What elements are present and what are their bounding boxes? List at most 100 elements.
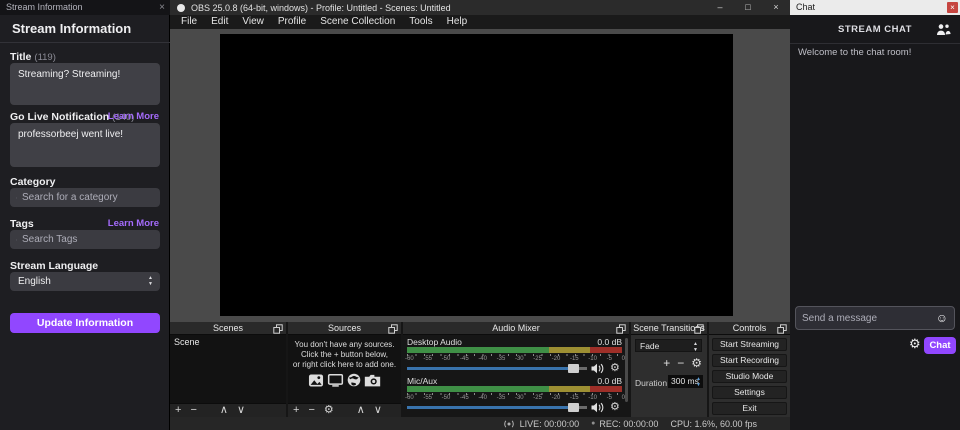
controls-dock-header[interactable]: Controls <box>709 322 790 335</box>
go-live-learn-more-link[interactable]: Learn More <box>108 111 159 122</box>
move-scene-down-icon[interactable]: ∨ <box>237 404 245 417</box>
obs-window-title: OBS 25.0.8 (64-bit, windows) - Profile: … <box>191 3 451 13</box>
add-scene-icon[interactable]: + <box>175 404 181 417</box>
chat-window-titlebar[interactable]: Chat × <box>790 0 960 15</box>
chat-message-field[interactable]: ☺ <box>795 306 955 330</box>
db-tick: -10 <box>588 395 597 401</box>
channel-gear-icon[interactable]: ⚙ <box>610 400 620 413</box>
preview-canvas[interactable] <box>220 34 733 316</box>
move-scene-up-icon[interactable]: ∧ <box>220 404 228 417</box>
db-tick: -40 <box>478 395 487 401</box>
meter-red <box>590 347 622 353</box>
stream-info-window-titlebar[interactable]: Stream Information × <box>0 0 170 15</box>
maximize-icon[interactable]: □ <box>734 0 762 15</box>
obs-titlebar[interactable]: OBS 25.0.8 (64-bit, windows) - Profile: … <box>170 0 790 15</box>
minimize-icon[interactable]: – <box>706 0 734 15</box>
cpu-fps-status: CPU: 1.6%, 60.00 fps <box>670 419 757 429</box>
menu-profile[interactable]: Profile <box>271 15 313 29</box>
duration-spinner-icon[interactable]: ▲ ▼ <box>696 376 701 388</box>
db-tick: -35 <box>497 395 506 401</box>
db-tick: -25 <box>533 395 542 401</box>
menu-file[interactable]: File <box>174 15 204 29</box>
controls-dock: Controls Start Streaming Start Recording… <box>709 322 790 417</box>
chat-message-input[interactable] <box>802 313 936 324</box>
category-search-input[interactable] <box>22 192 154 203</box>
menu-view[interactable]: View <box>235 15 271 29</box>
transition-properties-gear-icon[interactable]: ⚙ <box>691 356 702 370</box>
select-spinner-icon: ▲ ▼ <box>148 275 153 287</box>
db-tick: -50 <box>442 356 451 362</box>
mixer-channel-desktop-audio: Desktop Audio 0.0 dB -60-55-50-45-40-35-… <box>403 336 629 374</box>
speaker-icon[interactable] <box>591 402 604 413</box>
tags-search-input[interactable] <box>22 234 154 245</box>
spinner-down-icon[interactable]: ▼ <box>696 382 701 388</box>
preview-area <box>170 29 790 322</box>
db-tick: -20 <box>552 356 561 362</box>
sources-dock-header[interactable]: Sources <box>288 322 401 335</box>
volume-slider-tail <box>579 406 587 409</box>
remove-source-icon[interactable]: − <box>308 404 314 417</box>
volume-slider-handle[interactable] <box>568 403 579 412</box>
popout-icon[interactable] <box>273 324 283 334</box>
db-tick: -55 <box>423 395 432 401</box>
popout-icon[interactable] <box>777 324 787 334</box>
volume-slider-row: ⚙ <box>407 363 625 374</box>
remove-scene-icon[interactable]: − <box>190 404 196 417</box>
title-input[interactable]: Streaming? Streaming! <box>10 63 160 105</box>
channel-gear-icon[interactable]: ⚙ <box>610 361 620 374</box>
meter-green <box>407 386 549 392</box>
exit-button[interactable]: Exit <box>712 402 787 415</box>
go-live-notification-input[interactable]: professorbeej went live! <box>10 123 160 167</box>
scenes-dock-header[interactable]: Scenes <box>170 322 286 335</box>
menu-help[interactable]: Help <box>440 15 475 29</box>
move-source-up-icon[interactable]: ∧ <box>357 404 365 417</box>
source-properties-gear-icon[interactable]: ⚙ <box>324 404 334 417</box>
meter-yellow <box>549 386 590 392</box>
move-source-down-icon[interactable]: ∨ <box>374 404 382 417</box>
volume-slider-handle[interactable] <box>568 364 579 373</box>
db-tick: -20 <box>552 395 561 401</box>
close-icon[interactable]: × <box>762 0 790 15</box>
tags-learn-more-link[interactable]: Learn More <box>108 218 159 229</box>
channel-name: Desktop Audio <box>407 337 462 347</box>
emote-smiley-icon[interactable]: ☺ <box>936 311 948 325</box>
audio-mixer-dock-header[interactable]: Audio Mixer <box>403 322 629 335</box>
stream-language-select[interactable]: English ▲ ▼ <box>10 272 160 291</box>
volume-slider-track[interactable] <box>407 367 583 370</box>
volume-slider-tail <box>579 367 587 370</box>
viewer-list-icon[interactable] <box>936 23 951 36</box>
scene-transitions-dock-header[interactable]: Scene Transitions <box>631 322 707 335</box>
chat-settings-gear-icon[interactable]: ⚙ <box>909 336 921 352</box>
settings-button[interactable]: Settings <box>712 386 787 399</box>
category-search-field[interactable] <box>10 188 160 207</box>
scene-list-item[interactable]: Scene <box>170 335 286 349</box>
menu-scene-collection[interactable]: Scene Collection <box>313 15 402 29</box>
mixer-scrollbar[interactable] <box>625 338 628 402</box>
speaker-icon[interactable] <box>591 363 604 374</box>
add-source-icon[interactable]: + <box>293 404 299 417</box>
menu-edit[interactable]: Edit <box>204 15 235 29</box>
tags-search-field[interactable] <box>10 230 160 249</box>
channel-db-value: 0.0 dB <box>597 337 622 347</box>
browser-source-icon <box>347 373 361 387</box>
chat-send-button[interactable]: Chat <box>924 337 956 354</box>
add-transition-icon[interactable]: + <box>663 356 670 370</box>
popout-icon[interactable] <box>616 324 626 334</box>
db-tick: -15 <box>570 395 579 401</box>
scene-transitions-dock: Scene Transitions Fade ▲ ▼ + − ⚙ Duratio… <box>631 322 707 417</box>
transition-select[interactable]: Fade ▲ ▼ <box>635 339 702 352</box>
update-information-button[interactable]: Update Information <box>10 313 160 333</box>
close-icon[interactable]: × <box>159 0 165 15</box>
start-streaming-button[interactable]: Start Streaming <box>712 338 787 351</box>
duration-spinbox[interactable]: 300 ms ▲ ▼ <box>668 375 703 388</box>
start-recording-button[interactable]: Start Recording <box>712 354 787 367</box>
remove-transition-icon[interactable]: − <box>677 356 684 370</box>
volume-slider-track[interactable] <box>407 406 583 409</box>
meter-yellow <box>549 347 590 353</box>
chat-welcome-message: Welcome to the chat room! <box>798 47 911 58</box>
studio-mode-button[interactable]: Studio Mode <box>712 370 787 383</box>
menu-tools[interactable]: Tools <box>402 15 439 29</box>
popout-icon[interactable] <box>388 324 398 334</box>
close-icon[interactable]: × <box>947 2 958 13</box>
popout-icon[interactable] <box>694 324 704 334</box>
